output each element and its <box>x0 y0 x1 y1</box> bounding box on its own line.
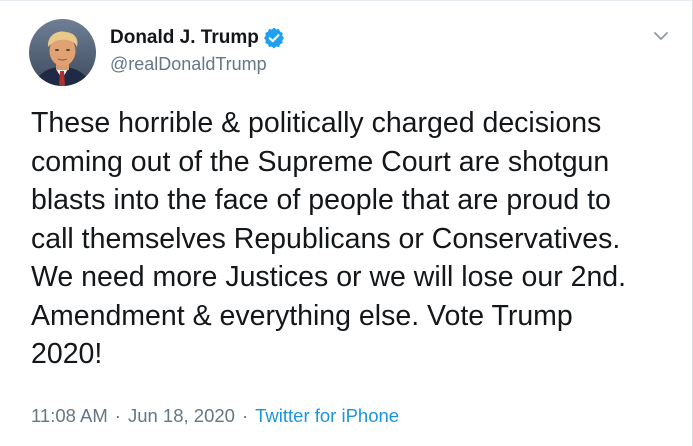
tweet-date[interactable]: Jun 18, 2020 <box>128 405 235 427</box>
tweet-time[interactable]: 11:08 AM <box>31 405 108 427</box>
tweet-text-line: Amendment & everything else. Vote Trump <box>31 299 573 332</box>
chevron-down-icon[interactable] <box>650 25 672 47</box>
tweet-source-link[interactable]: Twitter for iPhone <box>255 405 399 427</box>
meta-separator: · <box>241 405 249 426</box>
meta-separator: · <box>114 405 121 426</box>
avatar[interactable] <box>29 19 96 86</box>
tweet-text-line: call themselves Republicans or Conservat… <box>31 222 621 255</box>
author-handle[interactable]: @realDonaldTrump <box>110 54 267 75</box>
author-name-row[interactable]: Donald J. Trump <box>110 26 285 50</box>
tweet-text-line: 2020! <box>31 338 103 370</box>
tweet-text-line: These horrible & politically charged dec… <box>31 107 602 139</box>
tweet-meta: 11:08 AM · Jun 18, 2020 · Twitter for iP… <box>31 405 399 427</box>
verified-badge-icon <box>263 27 285 49</box>
tweet-text-line: We need more Justices or we will lose ou… <box>31 261 627 293</box>
tweet-card: Donald J. Trump @realDonaldTrump These h… <box>0 0 693 446</box>
tweet-text-line: coming out of the Supreme Court are shot… <box>31 145 610 178</box>
author-display-name[interactable]: Donald J. Trump <box>110 27 259 49</box>
tweet-text: These horrible & politically charged dec… <box>31 104 681 374</box>
tweet-text-line: blasts into the face of people that are … <box>31 184 611 216</box>
